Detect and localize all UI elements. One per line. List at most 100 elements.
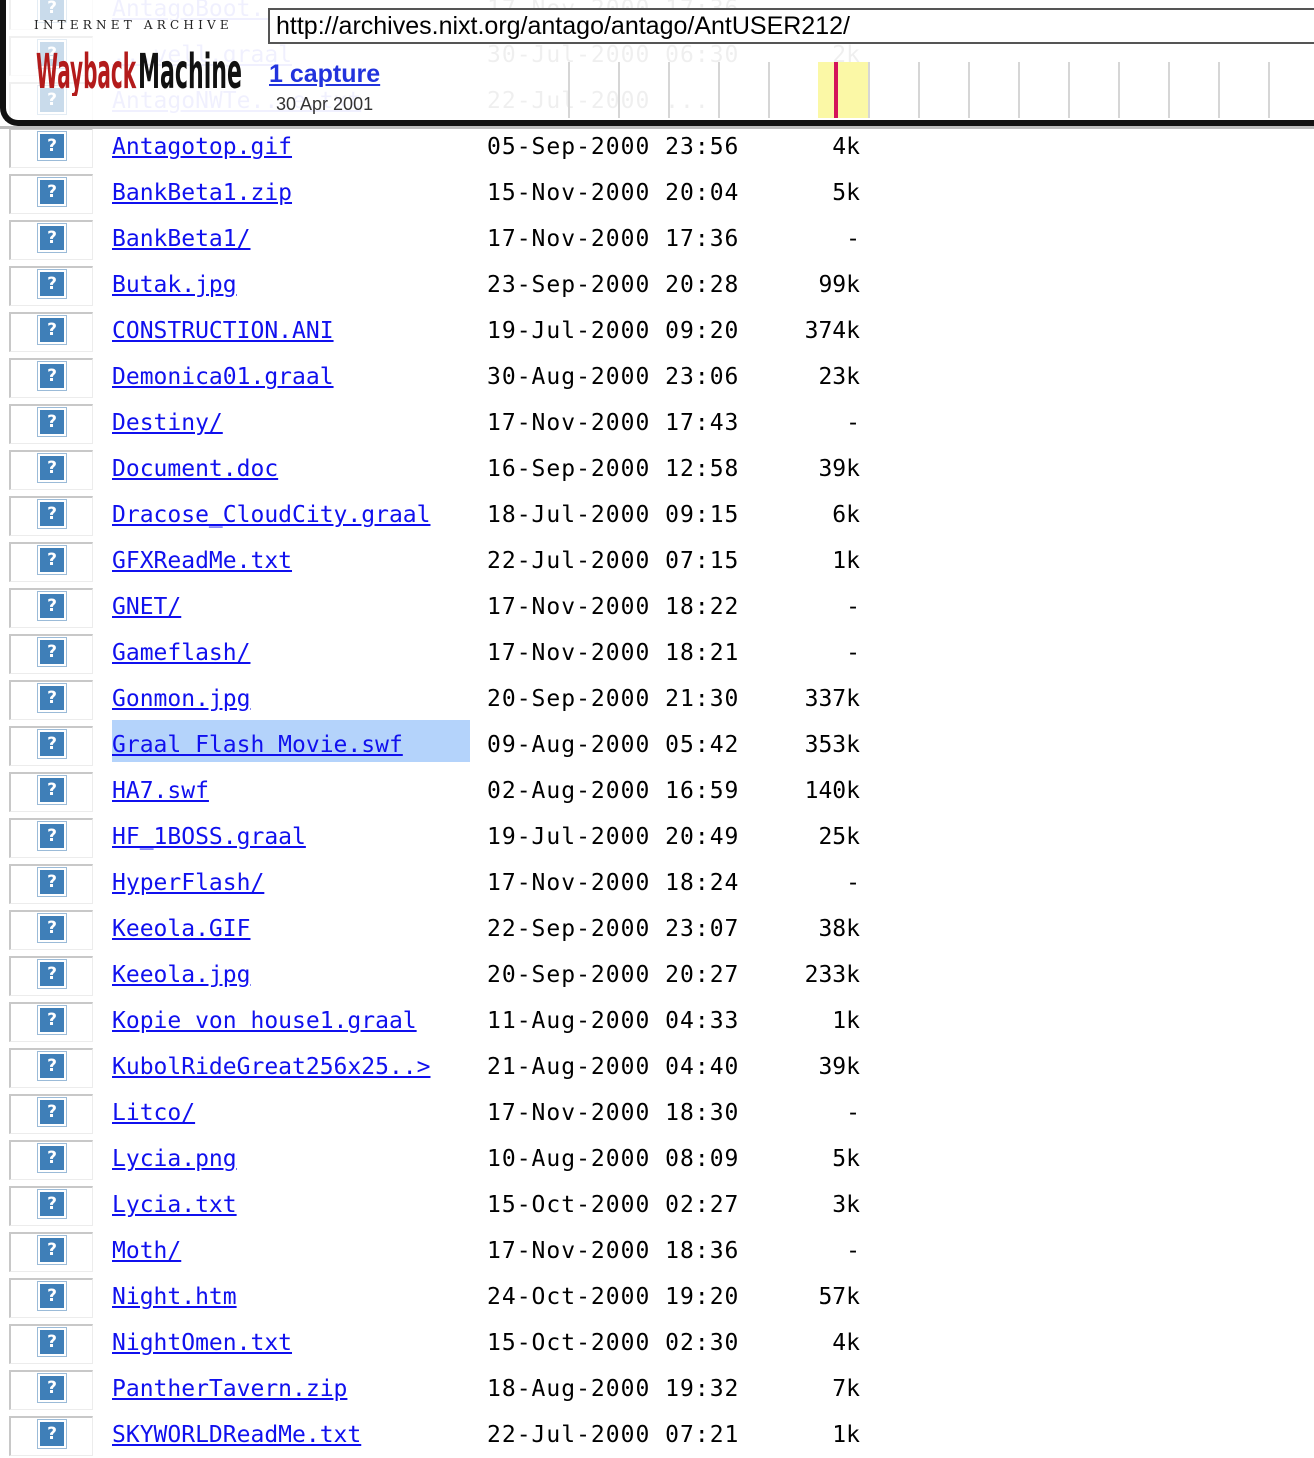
file-date: 17-Nov-2000 18:36	[487, 1238, 740, 1264]
question-mark-icon: ?	[37, 1235, 67, 1265]
wayback-machine-logo[interactable]: Wayback Machine	[34, 40, 244, 96]
file-link[interactable]: HyperFlash/	[112, 869, 264, 897]
file-row: ? NightOmen.txt 15-Oct-2000 02:30 4k	[0, 1320, 900, 1366]
file-size: -	[846, 1238, 860, 1264]
file-link[interactable]: GFXReadMe.txt	[112, 547, 292, 575]
file-size: 233k	[804, 962, 860, 988]
question-mark-icon: ?	[37, 683, 67, 713]
file-date: 19-Jul-2000 20:49	[487, 824, 740, 850]
unknown-file-icon[interactable]: ?	[9, 1278, 93, 1318]
unknown-file-icon[interactable]: ?	[9, 266, 93, 306]
file-link[interactable]: Dracose_CloudCity.graal	[112, 501, 431, 529]
question-mark-icon: ?	[37, 1189, 67, 1219]
timeline-year-divider	[1068, 62, 1070, 118]
file-size: 5k	[832, 1146, 860, 1172]
unknown-file-icon[interactable]: ?	[9, 864, 93, 904]
file-link[interactable]: BankBeta1.zip	[112, 179, 292, 207]
unknown-file-icon[interactable]: ?	[9, 496, 93, 536]
unknown-file-icon[interactable]: ?	[9, 358, 93, 398]
file-link[interactable]: SKYWORLDReadMe.txt	[112, 1421, 361, 1449]
file-link[interactable]: Gameflash/	[112, 639, 250, 667]
file-date: 17-Nov-2000 18:22	[487, 594, 740, 620]
unknown-file-icon[interactable]: ?	[9, 772, 93, 812]
file-link[interactable]: Lycia.txt	[112, 1191, 237, 1219]
file-link[interactable]: Lycia.png	[112, 1145, 237, 1173]
file-link[interactable]: CONSTRUCTION.ANI	[112, 317, 334, 345]
file-link[interactable]: Destiny/	[112, 409, 223, 437]
unknown-file-icon[interactable]: ?	[9, 1232, 93, 1272]
unknown-file-icon[interactable]: ?	[9, 1094, 93, 1134]
unknown-file-icon[interactable]: ?	[9, 450, 93, 490]
file-link[interactable]: Antagotop.gif	[112, 133, 292, 161]
file-row: ? Lycia.png 10-Aug-2000 08:09 5k	[0, 1136, 900, 1182]
unknown-file-icon[interactable]: ?	[9, 1370, 93, 1410]
file-link[interactable]: PantherTavern.zip	[112, 1375, 347, 1403]
file-row: ? HyperFlash/17-Nov-2000 18:24 -	[0, 860, 900, 906]
timeline-year-divider	[718, 62, 720, 118]
question-mark-icon: ?	[37, 591, 67, 621]
unknown-file-icon[interactable]: ?	[9, 910, 93, 950]
unknown-file-icon[interactable]: ?	[9, 128, 93, 168]
file-link[interactable]: Keeola.GIF	[112, 915, 250, 943]
file-link[interactable]: Moth/	[112, 1237, 181, 1265]
file-link[interactable]: Butak.jpg	[112, 271, 237, 299]
unknown-file-icon[interactable]: ?	[9, 818, 93, 858]
question-mark-icon: ?	[37, 269, 67, 299]
unknown-file-icon[interactable]: ?	[9, 404, 93, 444]
file-row: ? Lycia.txt 15-Oct-2000 02:27 3k	[0, 1182, 900, 1228]
file-size: 23k	[818, 364, 860, 390]
unknown-file-icon[interactable]: ?	[9, 680, 93, 720]
url-input[interactable]: http://archives.nixt.org/antago/antago/A…	[268, 8, 1314, 44]
file-link[interactable]: Kopie von house1.graal	[112, 1007, 417, 1035]
unknown-file-icon[interactable]: ?	[9, 220, 93, 260]
unknown-file-icon[interactable]: ?	[9, 174, 93, 214]
file-size: 25k	[818, 824, 860, 850]
unknown-file-icon[interactable]: ?	[9, 1186, 93, 1226]
file-row: ? Kopie von house1.graal 11-Aug-2000 04:33…	[0, 998, 900, 1044]
file-row: ? Graal Flash Movie.swf 09-Aug-2000 05:42 3…	[0, 720, 900, 768]
unknown-file-icon[interactable]: ?	[9, 956, 93, 996]
unknown-file-icon[interactable]: ?	[9, 588, 93, 628]
file-row: ? HF_1BOSS.graal 19-Jul-2000 20:49 25k	[0, 814, 900, 860]
unknown-file-icon[interactable]: ?	[9, 1002, 93, 1042]
capture-timeline[interactable]	[566, 62, 1314, 118]
question-mark-icon: ?	[37, 959, 67, 989]
file-date: 17-Nov-2000 17:36	[487, 226, 740, 252]
unknown-file-icon[interactable]: ?	[9, 542, 93, 582]
unknown-file-icon[interactable]: ?	[9, 312, 93, 352]
unknown-file-icon[interactable]: ?	[9, 726, 93, 766]
file-link[interactable]: HF_1BOSS.graal	[112, 823, 306, 851]
file-link[interactable]: Document.doc	[112, 455, 278, 483]
captures-link[interactable]: 1 capture	[269, 60, 380, 89]
question-mark-icon: ?	[37, 1281, 67, 1311]
file-date: 17-Nov-2000 17:43	[487, 410, 740, 436]
file-link[interactable]: Night.htm	[112, 1283, 237, 1311]
capture-date: 30 Apr 2001	[276, 94, 374, 114]
file-size: 140k	[804, 778, 860, 804]
file-link[interactable]: HA7.swf	[112, 777, 209, 805]
file-row: ? Litco/17-Nov-2000 18:30 -	[0, 1090, 900, 1136]
timeline-year-divider	[768, 62, 770, 118]
file-date: 18-Jul-2000 09:15	[487, 502, 740, 528]
unknown-file-icon[interactable]: ?	[9, 1140, 93, 1180]
unknown-file-icon[interactable]: ?	[9, 1048, 93, 1088]
file-row: ? Dracose_CloudCity.graal 18-Jul-2000 09:1…	[0, 492, 900, 538]
file-link[interactable]: KubolRideGreat256x25..>	[112, 1053, 431, 1081]
timeline-year-divider	[918, 62, 920, 118]
unknown-file-icon[interactable]: ?	[9, 1416, 93, 1456]
file-date: 17-Nov-2000 18:24	[487, 870, 740, 896]
file-link[interactable]: GNET/	[112, 593, 181, 621]
file-link[interactable]: Keeola.jpg	[112, 961, 250, 989]
unknown-file-icon[interactable]: ?	[9, 634, 93, 674]
file-link[interactable]: Litco/	[112, 1099, 195, 1127]
file-row: ? Document.doc 16-Sep-2000 12:58 39k	[0, 446, 900, 492]
file-link[interactable]: Gonmon.jpg	[112, 685, 250, 713]
file-size: 38k	[818, 916, 860, 942]
file-link[interactable]: NightOmen.txt	[112, 1329, 292, 1357]
question-mark-icon: ?	[37, 177, 67, 207]
file-link[interactable]: BankBeta1/	[112, 225, 250, 253]
file-link[interactable]: Demonica01.graal	[112, 363, 334, 391]
unknown-file-icon[interactable]: ?	[9, 1324, 93, 1364]
capture-marker[interactable]	[834, 62, 838, 118]
file-link[interactable]: Graal Flash Movie.swf	[112, 720, 470, 762]
